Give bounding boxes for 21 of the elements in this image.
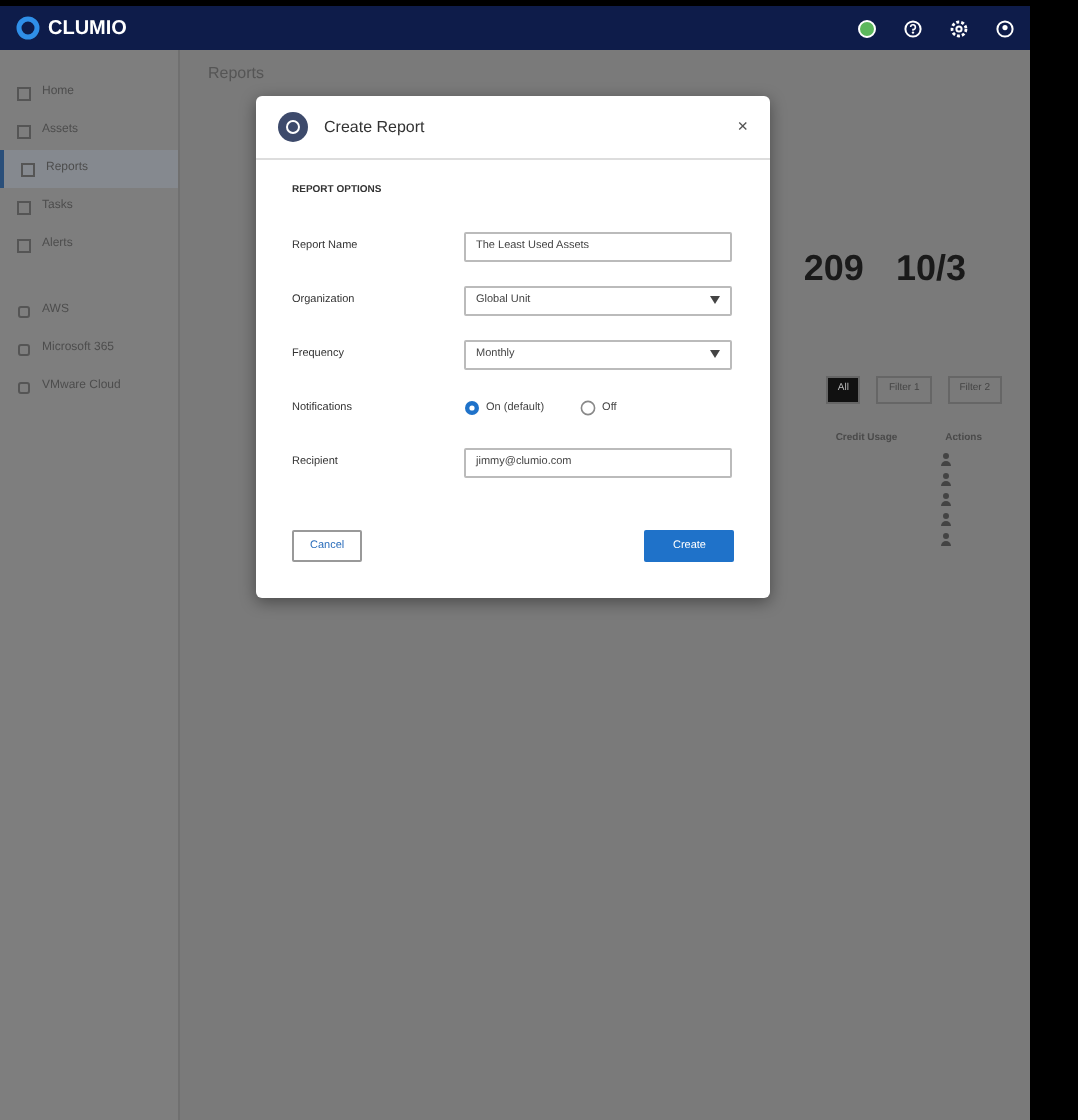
stat-value: 10/3 <box>895 246 966 292</box>
dialog-title: Create Report <box>324 115 425 139</box>
menu-item-icon <box>16 237 32 253</box>
caret-icon <box>710 296 720 304</box>
source-icon <box>16 341 32 357</box>
logo-icon <box>16 16 40 40</box>
help-icon[interactable] <box>904 19 922 37</box>
report-icon <box>278 112 308 142</box>
stat-value: 209 <box>803 246 864 292</box>
menu-item-icon <box>20 161 36 177</box>
caret-icon <box>710 350 720 358</box>
settings-icon[interactable] <box>950 19 968 37</box>
brand-name: CLUMIO <box>48 15 127 43</box>
menu-item-icon <box>16 85 32 101</box>
source-icon <box>16 379 32 395</box>
status-icon[interactable] <box>858 19 876 37</box>
source-icon <box>16 303 32 319</box>
menu-item-icon <box>16 199 32 215</box>
menu-item-icon <box>16 123 32 139</box>
user-icon[interactable] <box>996 19 1014 37</box>
close-button[interactable]: × <box>737 113 748 141</box>
